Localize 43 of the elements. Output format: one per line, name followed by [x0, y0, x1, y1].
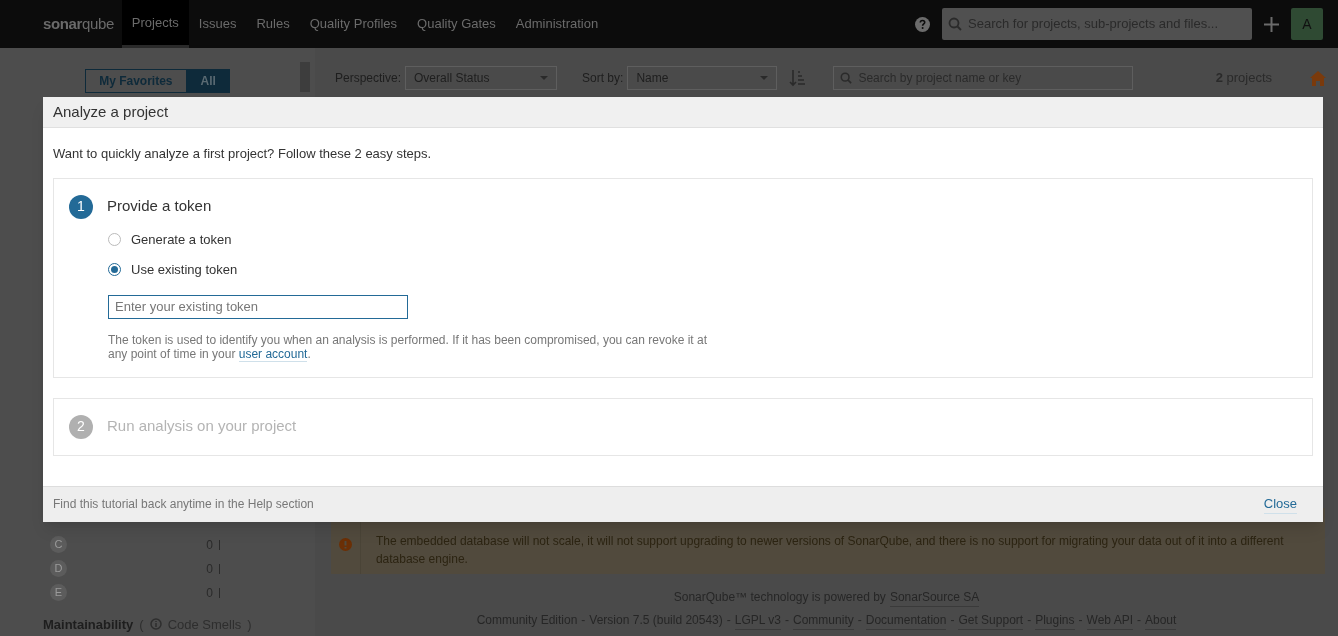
modal-title: Analyze a project [53, 101, 169, 122]
radio-option[interactable]: Generate a token [108, 224, 1297, 255]
info-icon [149, 618, 162, 631]
token-input-field[interactable]: Enter your existing token [108, 294, 408, 319]
facet-paren: ) [247, 615, 252, 634]
nav-tab[interactable]: Quality Gates [407, 0, 506, 48]
footer-separator: - [581, 612, 586, 629]
sort-order-icon[interactable] [789, 69, 806, 87]
rating-grade: D [50, 560, 67, 577]
step-title: Run analysis on your project [107, 416, 297, 437]
search-icon [840, 72, 853, 84]
rating-grade: C [50, 536, 67, 553]
modal-footer-text: Find this tutorial back anytime in the Help section [53, 496, 314, 513]
footer-separator: - [726, 612, 731, 629]
nav-tab[interactable]: Projects [121, 0, 189, 48]
footer-separator: - [950, 612, 955, 629]
help-icon[interactable] [915, 16, 930, 32]
modal-intro: Want to quickly analyze a first project? Follow these 2 easy steps. [53, 145, 433, 163]
nav-tab[interactable]: Rules [246, 0, 300, 48]
footer-separator: - [1027, 612, 1032, 629]
step-number: 2 [69, 414, 93, 439]
nav-tab[interactable]: Issues [188, 0, 247, 48]
step-title: Provide a token [107, 196, 212, 217]
nav-tab[interactable]: Administration [505, 0, 609, 48]
footer-separator: - [857, 612, 862, 629]
plus-icon[interactable] [1264, 16, 1279, 32]
rating-grade: E [50, 584, 67, 601]
filter-toggle-button[interactable]: All [186, 69, 230, 93]
user-avatar[interactable]: A [1291, 8, 1323, 40]
radio-option[interactable]: Use existing token [108, 254, 1297, 285]
footer-separator: - [1078, 612, 1083, 629]
step-number: 1 [69, 194, 93, 219]
footer-separator: - [785, 612, 790, 629]
facet-paren: ( [139, 615, 144, 634]
token-help-text: The token is used to identify you when an analysis is performed. If it has been compromised, you can revoke it at any point of time in your user account. [108, 332, 708, 361]
warning-icon [338, 538, 352, 551]
filter-toggle-button[interactable]: My Favorites [85, 69, 187, 93]
nav-tab[interactable]: Quality Profiles [299, 0, 408, 48]
search-icon [948, 17, 962, 31]
sonarqube-logo[interactable]: sonarqube [43, 12, 114, 36]
footer-separator: - [1137, 612, 1141, 629]
close-link[interactable]: Close [1263, 493, 1297, 515]
home-icon[interactable] [1310, 70, 1326, 86]
